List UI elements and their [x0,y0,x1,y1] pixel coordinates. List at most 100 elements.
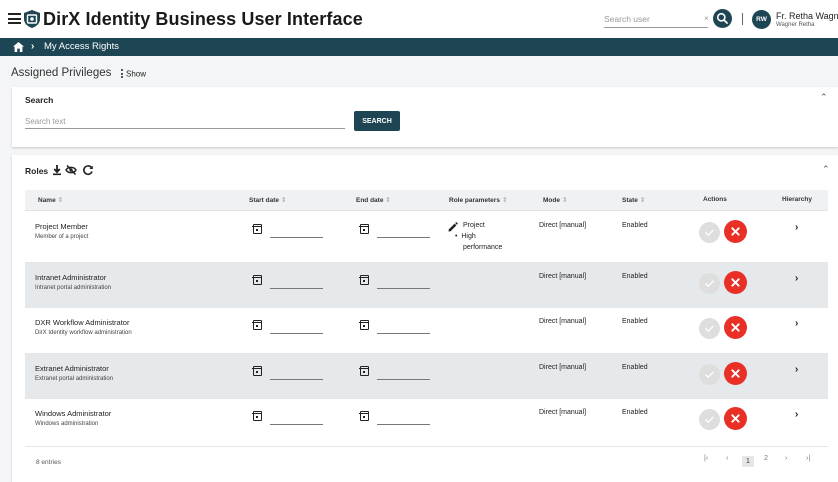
start-date-field[interactable] [252,320,327,335]
table-row[interactable]: Extranet Administrator Extranet portal a… [25,354,828,399]
hierarchy-chevron-icon[interactable]: › [795,409,798,420]
role-state: Enabled [622,222,648,229]
calendar-icon[interactable] [359,320,369,330]
end-date-field[interactable] [359,366,434,381]
show-label: Show [126,69,147,79]
col-header-end-date[interactable]: End date ⇕ [356,196,391,204]
hierarchy-chevron-icon[interactable]: › [795,364,798,375]
role-state: Enabled [622,273,648,280]
table-row[interactable]: DXR Workflow Administrator DirX Identity… [25,308,828,354]
hierarchy-chevron-icon[interactable]: › [795,222,798,233]
remove-button[interactable] [724,316,747,339]
calendar-icon[interactable] [252,320,262,330]
col-header-state[interactable]: State ⇕ [622,196,645,204]
collapse-roles-icon[interactable]: ⌃ [822,164,830,175]
end-date-field[interactable] [359,411,434,426]
start-date-field[interactable] [252,275,327,290]
first-page-icon[interactable]: |‹ [704,455,708,462]
close-icon [731,227,740,236]
col-header-name[interactable]: Name ⇕ [38,196,63,204]
edit-pencil-icon[interactable] [448,222,458,232]
role-mode: Direct [manual] [539,222,587,229]
show-menu-button[interactable]: Show [121,69,146,80]
user-subtitle: Wagner Retha [776,22,815,28]
clear-search-icon[interactable]: × [704,14,709,23]
next-page-icon[interactable]: › [785,455,787,462]
role-name: Windows Administrator [35,409,112,418]
end-date-field[interactable] [359,224,434,239]
page-1-button[interactable]: 1 [742,456,754,467]
search-icon [716,12,728,24]
calendar-icon[interactable] [252,275,262,285]
end-date-field[interactable] [359,320,434,335]
remove-button[interactable] [724,220,747,243]
menu-icon[interactable] [8,13,21,24]
remove-button[interactable] [724,407,747,430]
roles-table-header: Name ⇕ Start date ⇕ End date ⇕ Role paramet… [25,190,828,211]
sort-icon: ⇕ [639,197,646,204]
close-icon [731,278,740,287]
page-2-button[interactable]: 2 [764,455,768,462]
calendar-icon[interactable] [359,275,369,285]
search-panel: Search ⌃ SEARCH [12,87,838,147]
page-title: Assigned Privileges [11,67,112,79]
calendar-icon[interactable] [252,224,262,234]
download-icon[interactable] [51,164,63,176]
approve-button[interactable] [699,273,720,294]
table-row[interactable]: Windows Administrator Windows administra… [25,399,828,447]
col-header-start-date[interactable]: Start date ⇕ [249,196,286,204]
close-icon [731,323,740,332]
start-date-field[interactable] [252,411,327,426]
sort-icon: ⇕ [57,197,64,204]
role-name: DXR Workflow Administrator [35,318,130,327]
calendar-icon[interactable] [252,366,262,376]
calendar-icon[interactable] [359,411,369,421]
remove-button[interactable] [724,362,747,385]
roles-panel: Roles ⌃ Name ⇕ Start date ⇕ End date ⇕ Role… [12,155,838,482]
remove-button[interactable] [724,271,747,294]
hide-columns-icon[interactable] [65,164,77,176]
search-user-button[interactable] [713,9,732,28]
prev-page-icon[interactable]: ‹ [726,455,728,462]
role-mode: Direct [manual] [539,364,587,371]
calendar-icon[interactable] [359,224,369,234]
close-icon [731,369,740,378]
end-date-field[interactable] [359,275,434,290]
hierarchy-chevron-icon[interactable]: › [795,318,798,329]
approve-button[interactable] [699,318,720,339]
home-icon[interactable] [13,42,24,52]
sort-icon: ⇕ [501,197,508,204]
calendar-icon[interactable] [359,366,369,376]
approve-button[interactable] [699,409,720,430]
roles-panel-title: Roles [25,166,49,176]
start-date-field[interactable] [252,366,327,381]
col-header-hierarchy: Hierarchy [782,196,812,203]
table-row[interactable]: Project Member Member of a project Proje… [25,212,828,263]
user-name[interactable]: Fr. Retha Wagne [776,11,838,21]
approve-button[interactable] [699,364,720,385]
refresh-icon[interactable] [82,164,94,176]
col-header-role-parameters[interactable]: Role parameters ⇕ [449,196,507,204]
search-text-input[interactable] [25,115,345,129]
top-header: DirX Identity Business User Interface × … [0,0,838,38]
calendar-icon[interactable] [252,411,262,421]
param-name: Project [463,222,485,229]
avatar[interactable]: RW [752,10,771,29]
collapse-search-icon[interactable]: ⌃ [820,92,828,103]
col-header-mode[interactable]: Mode ⇕ [543,196,567,204]
search-user-input[interactable] [604,11,708,28]
breadcrumb-current[interactable]: My Access Rights [44,41,119,52]
hierarchy-chevron-icon[interactable]: › [795,273,798,284]
app-title: DirX Identity Business User Interface [43,9,363,29]
sort-icon: ⇕ [561,197,568,204]
search-button[interactable]: SEARCH [354,111,400,131]
approve-button[interactable] [699,222,720,243]
table-row[interactable]: Intranet Administrator Intranet portal a… [25,263,828,308]
role-mode: Direct [manual] [539,409,587,416]
role-state: Enabled [622,409,648,416]
role-mode: Direct [manual] [539,318,587,325]
check-icon [705,280,714,288]
last-page-icon[interactable]: ›| [806,455,810,462]
start-date-field[interactable] [252,224,327,239]
role-mode: Direct [manual] [539,273,587,280]
